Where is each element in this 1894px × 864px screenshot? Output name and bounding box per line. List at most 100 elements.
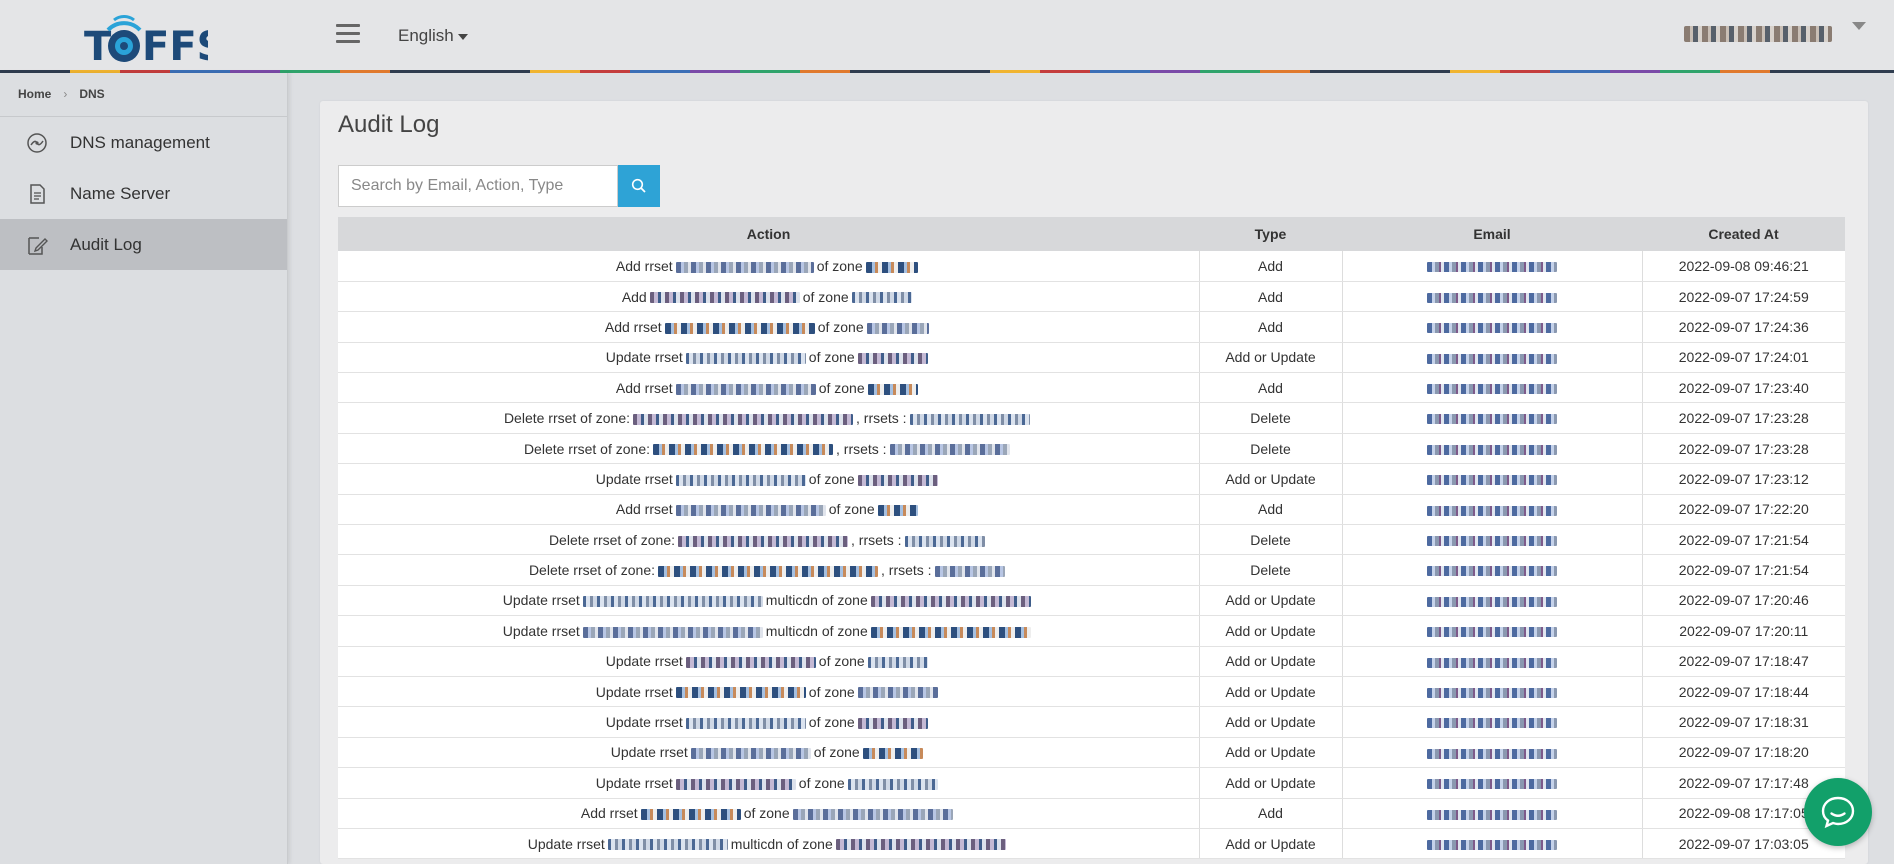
redacted-record <box>582 626 763 638</box>
type-cell: Add or Update <box>1199 615 1343 647</box>
redacted-zone <box>870 596 1031 608</box>
action-middle: of zone <box>808 683 855 700</box>
table-row[interactable]: Add rrset of zone Add 2022-09-08 09:46:21 <box>338 251 1845 282</box>
search-button[interactable] <box>618 165 660 207</box>
action-prefix: Delete rrset of zone: <box>523 440 650 457</box>
search-icon <box>631 178 646 193</box>
action-middle: of zone <box>798 774 845 791</box>
created-at-cell: 2022-09-07 17:21:54 <box>1642 554 1845 586</box>
table-row[interactable]: Delete rrset of zone: , rrsets : Delete 202… <box>338 433 1845 465</box>
redacted-email <box>1427 323 1557 334</box>
redacted-zone <box>909 413 1030 425</box>
type-cell: Add or Update <box>1199 342 1343 374</box>
table-row[interactable]: Delete rrset of zone: , rrsets : Delete 202… <box>338 524 1845 556</box>
action-middle: of zone <box>808 714 855 731</box>
redacted-email <box>1427 718 1557 729</box>
sidebar-item-label: Name Server <box>70 183 171 203</box>
redacted-zone <box>904 535 985 547</box>
column-header-action[interactable]: Action <box>338 217 1199 251</box>
table-row[interactable]: Add rrset of zone Add 2022-09-07 17:22:20 <box>338 494 1845 526</box>
table-row[interactable]: Delete rrset of zone: , rrsets : Delete 202… <box>338 402 1845 434</box>
table-row[interactable]: Add of zone Add 2022-09-07 17:24:59 <box>338 281 1845 313</box>
redacted-zone <box>857 474 938 486</box>
action-prefix: Update rrset <box>605 653 683 670</box>
redacted-zone <box>857 353 928 365</box>
sidebar-item-name-server[interactable]: Name Server <box>0 168 287 219</box>
toffs-logo[interactable]: T FFS <box>84 6 225 70</box>
table-row[interactable]: Update rrset of zone Add or Update 2022-09-… <box>338 676 1845 708</box>
email-cell <box>1342 372 1643 404</box>
table-row[interactable]: Update rrset multicdn of zone Add or Updat… <box>338 585 1845 617</box>
table-row[interactable]: Update rrset multicdn of zone Add or Updat… <box>338 828 1845 860</box>
created-at-cell: 2022-09-07 17:23:12 <box>1642 463 1845 495</box>
user-name-redacted[interactable] <box>1684 26 1832 42</box>
action-cell: Update rrset multicdn of zone <box>338 828 1200 860</box>
redacted-record <box>675 778 796 790</box>
redacted-zone <box>792 809 953 821</box>
table-row[interactable]: Update rrset of zone Add or Update 2022-09-… <box>338 463 1845 495</box>
column-header-email[interactable]: Email <box>1342 217 1642 251</box>
redacted-record <box>685 717 806 729</box>
redacted-record <box>649 292 800 304</box>
table-row[interactable]: Delete rrset of zone: , rrsets : Delete 202… <box>338 554 1845 586</box>
redacted-zone <box>870 626 1031 638</box>
language-dropdown[interactable]: English <box>398 26 468 46</box>
type-cell: Delete <box>1199 554 1343 586</box>
email-cell <box>1342 737 1643 769</box>
action-cell: Update rrset multicdn of zone <box>338 615 1200 647</box>
redacted-record <box>685 353 806 365</box>
redacted-record <box>658 565 878 577</box>
redacted-record <box>664 322 815 334</box>
user-menu-caret-icon[interactable] <box>1852 22 1866 30</box>
email-cell <box>1342 433 1643 465</box>
type-cell: Add <box>1199 251 1343 282</box>
redacted-email <box>1427 536 1557 546</box>
table-row[interactable]: Add rrset of zone Add 2022-09-07 17:23:40 <box>338 372 1845 404</box>
redacted-email <box>1427 779 1557 790</box>
redacted-zone <box>934 565 1005 577</box>
table-row[interactable]: Update rrset multicdn of zone Add or Updat… <box>338 615 1845 647</box>
table-row[interactable]: Update rrset of zone Add or Update 2022-09-… <box>338 767 1845 799</box>
action-cell: Add rrset of zone <box>338 311 1200 343</box>
redacted-email <box>1427 748 1557 759</box>
redacted-email <box>1427 353 1557 364</box>
action-prefix: Update rrset <box>502 592 580 609</box>
search-input[interactable] <box>338 165 618 207</box>
action-middle: of zone <box>817 318 864 335</box>
table-row[interactable]: Update rrset of zone Add or Update 2022-09-… <box>338 342 1845 374</box>
table-row[interactable]: Update rrset of zone Add or Update 2022-09-… <box>338 646 1845 677</box>
created-at-cell: 2022-09-07 17:24:36 <box>1642 311 1845 343</box>
sidebar-item-audit-log[interactable]: Audit Log <box>0 219 287 270</box>
email-cell <box>1342 251 1643 282</box>
column-header-type[interactable]: Type <box>1199 217 1342 251</box>
column-header-created-at[interactable]: Created At <box>1642 217 1845 251</box>
breadcrumb-home[interactable]: Home <box>18 87 51 101</box>
top-bar: T FFS English <box>0 0 1894 73</box>
sidebar-item-dns-management[interactable]: DNS management <box>0 117 287 168</box>
action-prefix: Delete rrset of zone: <box>548 531 675 548</box>
action-cell: Update rrset of zone <box>338 463 1200 495</box>
type-cell: Add or Update <box>1199 767 1343 799</box>
chevron-down-icon <box>457 33 468 40</box>
action-prefix: Add rrset <box>615 257 673 274</box>
action-middle: of zone <box>813 744 860 761</box>
action-prefix: Add rrset <box>615 501 673 518</box>
action-middle: of zone <box>818 653 865 670</box>
redacted-zone <box>889 444 1010 456</box>
table-row[interactable]: Add rrset of zone Add 2022-09-07 17:24:36 <box>338 311 1845 343</box>
table-body: Add rrset of zone Add 2022-09-08 09:46:21 Ad… <box>338 251 1845 860</box>
table-row[interactable]: Update rrset of zone Add or Update 2022-09-… <box>338 706 1845 738</box>
redacted-email <box>1427 657 1557 668</box>
chat-button[interactable] <box>1804 778 1872 846</box>
action-middle: , rrsets : <box>836 440 887 457</box>
action-cell: Update rrset of zone <box>338 646 1200 677</box>
menu-toggle-icon[interactable] <box>336 24 360 46</box>
email-cell <box>1342 494 1643 526</box>
table-row[interactable]: Add rrset of zone Add 2022-09-08 17:17:05 <box>338 798 1845 829</box>
action-middle: of zone <box>808 470 855 487</box>
table-row[interactable]: Update rrset of zone Add or Update 2022-09-… <box>338 737 1845 769</box>
redacted-email <box>1427 475 1557 486</box>
action-middle: of zone <box>808 349 855 366</box>
action-cell: Add rrset of zone <box>338 494 1200 526</box>
redacted-record <box>607 839 728 851</box>
